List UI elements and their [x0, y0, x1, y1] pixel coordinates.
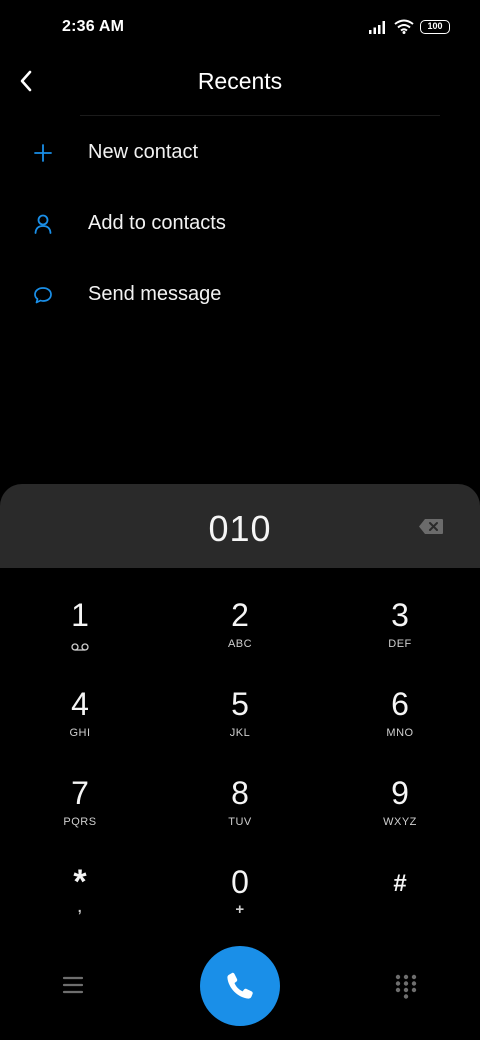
key-digit: 3 [391, 597, 409, 633]
new-contact-label: New contact [88, 141, 199, 163]
page-title: Recents [197, 68, 283, 94]
dialed-number: 010 [208, 508, 272, 549]
signal-icon [369, 20, 385, 34]
message-bubble-icon [32, 284, 54, 306]
key-digit: 9 [391, 775, 409, 811]
key-digit: # [393, 870, 407, 897]
dialpad-icon [395, 974, 417, 999]
add-to-contacts-action[interactable]: Add to contacts [0, 188, 480, 259]
key-letters: MNO [386, 727, 414, 739]
key-digit: 5 [231, 686, 249, 722]
dialer-screen: 2:36 AM 100 Recents New contact Add to c… [0, 0, 480, 1040]
action-list: New contact Add to contacts Send message [0, 117, 480, 330]
key-hash[interactable]: # [320, 835, 480, 923]
key-letters: DEF [388, 638, 412, 650]
battery-level: 100 [427, 20, 443, 31]
send-message-action[interactable]: Send message [0, 259, 480, 330]
new-contact-action[interactable]: New contact [0, 117, 480, 188]
person-icon [32, 213, 54, 235]
keypad: 1 2 ABC 3 DEF 4 GHI 5 JKL 6 MNO 7 PQRS 8… [0, 568, 480, 940]
key-3[interactable]: 3 DEF [320, 568, 480, 656]
plus-icon [32, 142, 54, 164]
key-digit: * [73, 863, 87, 901]
key-letters: WXYZ [383, 816, 417, 828]
dialpad-toggle[interactable] [394, 974, 418, 1000]
hamburger-menu-icon [62, 976, 84, 994]
status-time: 2:36 AM [62, 18, 125, 35]
number-display: 010 [0, 484, 480, 568]
key-letters: PQRS [63, 816, 97, 828]
header: Recents [0, 56, 480, 116]
key-letters: GHI [69, 727, 91, 739]
key-letters: JKL [229, 727, 251, 739]
key-7[interactable]: 7 PQRS [0, 746, 160, 834]
key-digit: 1 [71, 597, 89, 633]
key-8[interactable]: 8 TUV [160, 746, 320, 834]
key-1[interactable]: 1 [0, 568, 160, 656]
key-5[interactable]: 5 JKL [160, 657, 320, 745]
backspace-button[interactable] [418, 518, 444, 535]
send-message-label: Send message [88, 283, 222, 305]
status-bar: 2:36 AM 100 [0, 0, 480, 56]
phone-icon [227, 972, 253, 999]
backspace-icon [419, 519, 443, 534]
key-digit: 0 [231, 864, 249, 900]
wifi-icon [394, 19, 414, 34]
battery-icon: 100 [420, 19, 450, 34]
key-9[interactable]: 9 WXYZ [320, 746, 480, 834]
key-letters: TUV [228, 816, 252, 828]
voicemail-icon [71, 638, 89, 656]
header-divider [80, 115, 440, 116]
key-6[interactable]: 6 MNO [320, 657, 480, 745]
key-letters: ABC [227, 638, 253, 650]
key-digit: 2 [231, 597, 249, 633]
key-4[interactable]: 4 GHI [0, 657, 160, 745]
key-2[interactable]: 2 ABC [160, 568, 320, 656]
key-0[interactable]: 0 + [160, 835, 320, 923]
key-digit: 7 [71, 775, 89, 811]
key-letters: + [235, 901, 245, 918]
key-digit: 8 [231, 775, 249, 811]
key-digit: 4 [71, 686, 89, 722]
status-icons: 100 [368, 19, 450, 34]
menu-button[interactable] [60, 974, 86, 996]
key-star[interactable]: * , [0, 835, 160, 923]
call-button[interactable] [200, 946, 280, 1026]
key-letters: , [77, 899, 83, 915]
key-digit: 6 [391, 686, 409, 722]
add-to-contacts-label: Add to contacts [88, 212, 226, 234]
bottom-bar [0, 940, 480, 1040]
